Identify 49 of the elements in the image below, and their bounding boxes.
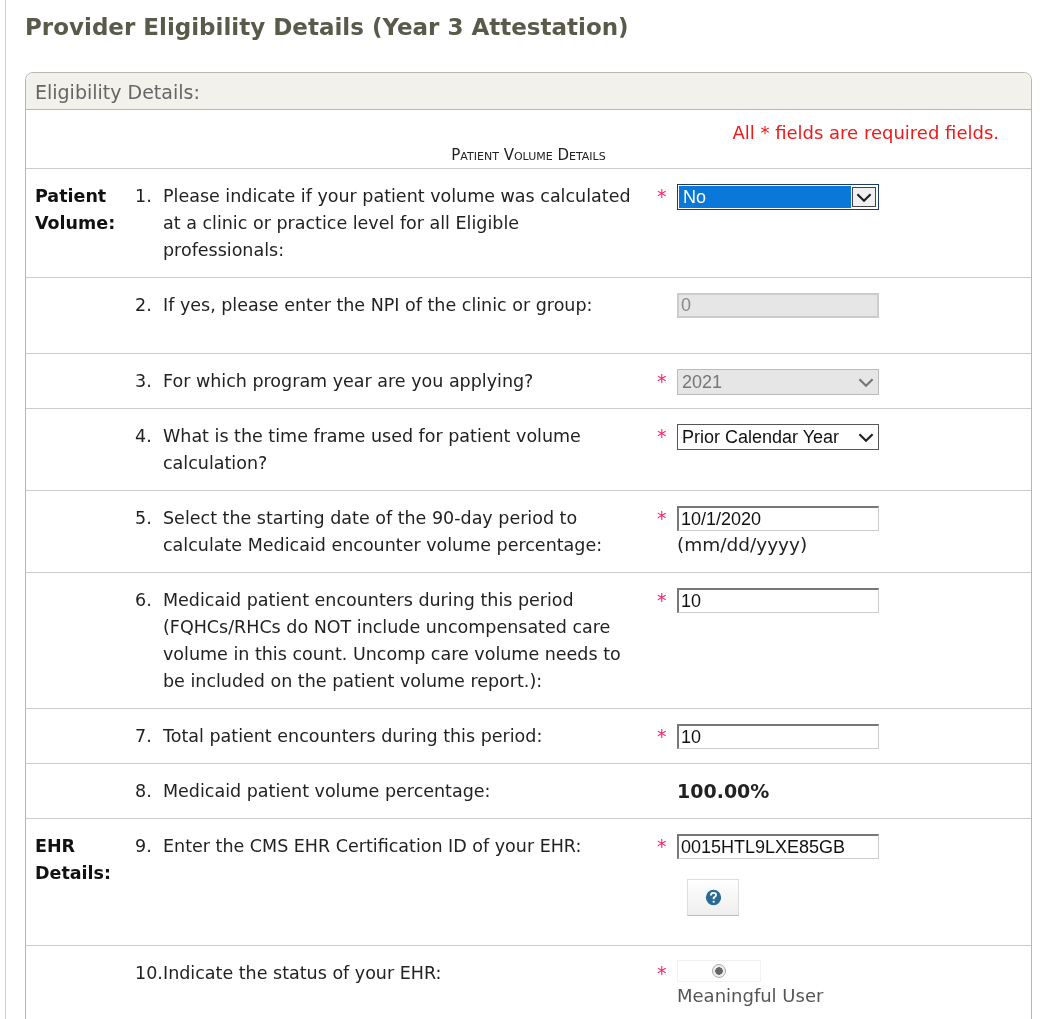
- question-text: Medicaid patient encounters during this period (FQHCs/RHCs do NOT include uncompensated care volume in this count. Uncomp care volume needs to be included on the patient volume report.):: [163, 590, 621, 691]
- question-text: If yes, please enter the NPI of the clinic or group:: [163, 295, 593, 315]
- help-button[interactable]: [687, 879, 739, 916]
- question-number: 3.: [135, 371, 152, 391]
- question-mark-icon: [704, 889, 722, 906]
- section-label: Patient Volume:: [35, 186, 116, 233]
- radio-button[interactable]: [712, 964, 726, 978]
- question-number: 7.: [135, 726, 152, 746]
- question-text: Medicaid patient volume percentage:: [163, 781, 491, 801]
- chevron-down-icon: [858, 431, 874, 443]
- dropdown[interactable]: No: [677, 184, 879, 210]
- input-field[interactable]: 10: [677, 588, 879, 613]
- input-field[interactable]: 10: [677, 724, 879, 749]
- required-asterisk: *: [657, 507, 667, 529]
- section-label: EHR Details:: [35, 836, 111, 883]
- panel-header: Eligibility Details:: [26, 73, 1031, 110]
- question-number: 9.: [135, 836, 152, 856]
- required-asterisk: *: [657, 425, 667, 447]
- radio-label: Meaningful User: [677, 984, 825, 1008]
- percentage-value: 100.00%: [677, 780, 770, 802]
- question-text: Indicate the status of your EHR:: [163, 963, 442, 983]
- format-hint: (mm/dd/yyyy): [677, 533, 809, 557]
- required-asterisk: *: [657, 725, 667, 747]
- question-number: 8.: [135, 781, 152, 801]
- required-asterisk: *: [657, 370, 667, 392]
- required-asterisk: *: [657, 962, 667, 984]
- question-text: Select the starting date of the 90-day period to calculate Medicaid encounter volume percentage:: [163, 508, 603, 555]
- question-number: 10.: [135, 963, 163, 983]
- required-fields-note: All * fields are required fields.: [732, 122, 999, 143]
- chevron-down-icon: [858, 376, 874, 388]
- required-asterisk: *: [657, 589, 667, 611]
- question-number: 5.: [135, 508, 152, 528]
- question-number: 1.: [135, 186, 152, 206]
- required-asterisk: *: [657, 185, 667, 207]
- question-text: What is the time frame used for patient volume calculation?: [163, 426, 581, 473]
- input-field[interactable]: 0015HTL9LXE85GB: [677, 834, 879, 859]
- chevron-down-icon: [856, 191, 872, 203]
- dropdown[interactable]: Prior Calendar Year: [677, 424, 879, 450]
- question-text: Total patient encounters during this period:: [163, 726, 543, 746]
- question-text: Enter the CMS EHR Certification ID of your EHR:: [163, 836, 582, 856]
- question-number: 2.: [135, 295, 152, 315]
- required-asterisk: *: [657, 835, 667, 857]
- page-title: Provider Eligibility Details (Year 3 Attestation): [25, 13, 630, 42]
- section-heading: Patient Volume Details: [26, 143, 1031, 169]
- question-number: 4.: [135, 426, 152, 446]
- question-text: Please indicate if your patient volume was calculated at a clinic or practice level for all Eligible professionals:: [163, 186, 631, 260]
- question-number: 6.: [135, 590, 152, 610]
- input-field[interactable]: 10/1/2020: [677, 506, 879, 531]
- question-text: For which program year are you applying?: [163, 371, 534, 391]
